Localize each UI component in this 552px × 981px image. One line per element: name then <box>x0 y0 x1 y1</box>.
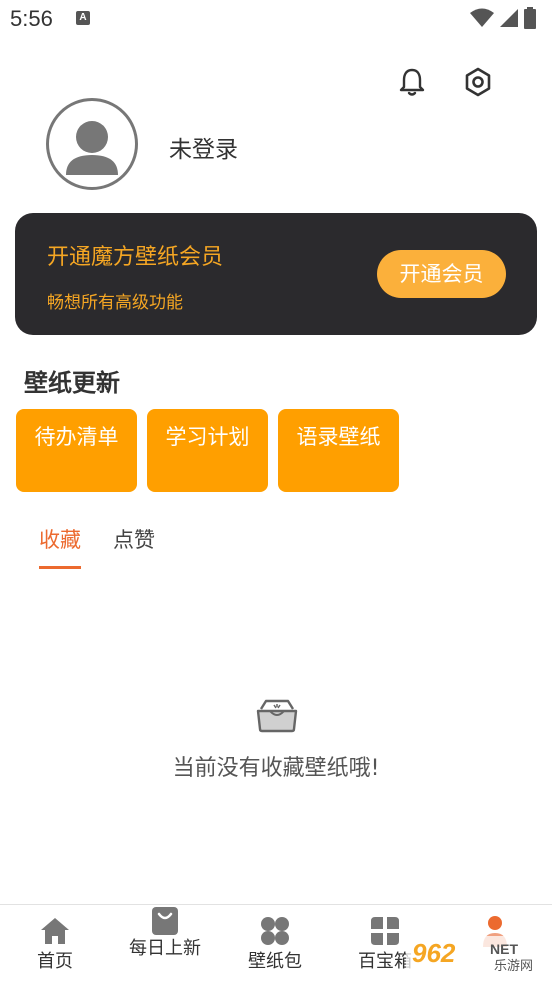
tile-study-plan[interactable]: 学习计划 <box>147 409 268 492</box>
vip-title: 开通魔方壁纸会员 <box>47 245 224 270</box>
vip-subtitle: 畅想所有高级功能 <box>47 293 183 313</box>
empty-message: 当前没有收藏壁纸哦! <box>172 756 380 781</box>
tile-quote-wallpaper[interactable]: 语录壁纸 <box>278 409 399 492</box>
home-icon <box>41 918 69 944</box>
header-actions <box>396 66 494 98</box>
watermark-suffix: NET <box>490 941 518 957</box>
status-bar: 5:56 A <box>0 0 552 40</box>
battery-icon <box>524 7 536 29</box>
notification-app-icon: A <box>76 11 90 25</box>
watermark-logo: 962 NET 乐游网 <box>406 936 546 974</box>
tab-likes[interactable]: 点赞 <box>113 524 155 568</box>
wallpaper-update-tiles: 待办清单 学习计划 语录壁纸 <box>16 409 399 492</box>
status-indicators <box>470 6 536 30</box>
login-status[interactable]: 未登录 <box>169 130 238 164</box>
grid-icon <box>371 917 399 945</box>
watermark-sub: 乐游网 <box>494 959 533 974</box>
open-vip-button[interactable]: 开通会员 <box>377 250 506 298</box>
shopping-bag-icon <box>152 907 178 935</box>
user-avatar-icon <box>66 121 118 175</box>
wifi-icon <box>470 8 494 27</box>
nav-item-wallpaper-pack[interactable]: 壁纸包 <box>220 905 330 981</box>
tab-favorites[interactable]: 收藏 <box>39 524 81 569</box>
nav-label-daily-new: 每日上新 <box>129 938 201 959</box>
status-time: 5:56 <box>10 6 53 31</box>
settings-hexagon-icon[interactable] <box>462 66 494 98</box>
tab-bar: 收藏 点赞 <box>39 524 155 569</box>
avatar[interactable] <box>46 98 138 190</box>
nav-item-home[interactable]: 首页 <box>0 905 110 981</box>
bell-icon[interactable] <box>396 66 428 98</box>
section-title: 壁纸更新 <box>24 369 120 397</box>
empty-box-icon <box>256 699 298 733</box>
tile-todo-list[interactable]: 待办清单 <box>16 409 137 492</box>
nav-item-daily-new[interactable]: 每日上新 <box>110 905 220 981</box>
vip-banner: 开通魔方壁纸会员 畅想所有高级功能 开通会员 <box>15 213 537 335</box>
watermark-number: 962 <box>412 938 456 968</box>
nav-label-home: 首页 <box>37 951 73 972</box>
nav-label-wallpaper-pack: 壁纸包 <box>248 951 302 972</box>
cellular-signal-icon <box>500 9 518 27</box>
grid-icon <box>261 917 289 945</box>
